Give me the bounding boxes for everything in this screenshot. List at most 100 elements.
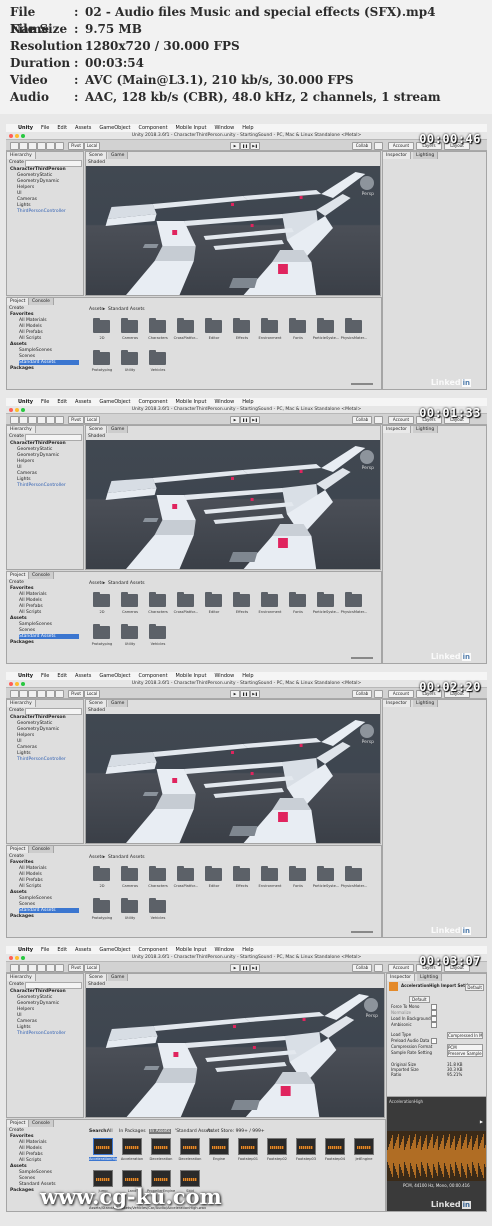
create-dropdown[interactable]: Create (9, 708, 24, 713)
hierarchy-item[interactable]: UI (17, 465, 22, 470)
menu-item-help[interactable]: Help (242, 398, 253, 406)
tab-inspector[interactable]: Inspector (383, 152, 411, 159)
shading-mode-dropdown[interactable]: Shaded (88, 160, 105, 165)
scene-viewport[interactable]: Persp (86, 714, 380, 843)
audio-clip-thumbnail[interactable] (354, 1138, 374, 1155)
menu-item-window[interactable]: Window (214, 672, 234, 680)
scale-tool-icon[interactable] (37, 142, 46, 150)
project-sidebar-item[interactable]: All Models (19, 324, 42, 329)
rect-tool-icon[interactable] (46, 416, 55, 424)
pause-button[interactable]: ❚❚ (240, 964, 250, 972)
folder-icon[interactable] (149, 866, 166, 881)
project-create-dropdown[interactable]: Create (9, 1128, 24, 1133)
hierarchy-search-input[interactable] (25, 160, 82, 167)
pivot-toggle[interactable]: Pivot (68, 416, 84, 424)
folder-icon[interactable] (261, 318, 278, 333)
menu-item-window[interactable]: Window (214, 398, 234, 406)
move-tool-icon[interactable] (19, 964, 28, 972)
thumbnail-size-slider[interactable] (351, 657, 373, 659)
menu-item-file[interactable]: File (41, 398, 49, 406)
pickup-cube-small[interactable] (173, 1052, 179, 1057)
pickup-cube-small[interactable] (172, 230, 178, 235)
menu-item-assets[interactable]: Assets (75, 946, 91, 954)
local-toggle[interactable]: Local (84, 142, 100, 150)
menu-item-assets[interactable]: Assets (75, 124, 91, 132)
move-tool-icon[interactable] (19, 142, 28, 150)
rect-tool-icon[interactable] (46, 690, 55, 698)
rotate-tool-icon[interactable] (28, 964, 37, 972)
project-sidebar-item[interactable]: All Scripts (19, 884, 41, 889)
hierarchy-item[interactable]: GeometryStatic (17, 447, 52, 452)
tab-scene[interactable]: Scene (86, 700, 107, 707)
project-sidebar-item[interactable]: Standard Assets (19, 360, 79, 365)
menu-item-mobile-input[interactable]: Mobile Input (176, 398, 207, 406)
tab-game[interactable]: Game (108, 700, 129, 707)
audio-clip-thumbnail[interactable] (267, 1138, 287, 1155)
tab-inspector[interactable]: Inspector (387, 974, 415, 981)
transform-tool-icon[interactable] (55, 690, 64, 698)
zoom-window-icon[interactable] (21, 134, 25, 138)
folder-icon[interactable] (177, 866, 194, 881)
folder-icon[interactable] (177, 318, 194, 333)
local-toggle[interactable]: Local (84, 416, 100, 424)
open-button[interactable]: Default (465, 984, 484, 991)
hierarchy-scene-root[interactable]: CharacterThirdPerson (10, 715, 66, 720)
audio-clip-thumbnail[interactable] (93, 1138, 113, 1155)
pickup-cube-small[interactable] (252, 1046, 256, 1049)
project-sidebar-item[interactable]: Assets (10, 342, 27, 347)
collab-button[interactable]: Collab (352, 964, 372, 972)
menu-item-edit[interactable]: Edit (57, 398, 67, 406)
step-button[interactable]: ▶❚ (250, 690, 260, 698)
platform-default-tab[interactable]: Default (409, 996, 430, 1003)
menu-item-edit[interactable]: Edit (57, 672, 67, 680)
hierarchy-item[interactable]: Cameras (17, 1019, 37, 1024)
folder-icon[interactable] (317, 318, 334, 333)
project-sidebar-item[interactable]: All Materials (19, 1140, 47, 1145)
tab-scene[interactable]: Scene (86, 426, 107, 433)
pickup-cube-large[interactable] (278, 264, 288, 274)
tab-project[interactable]: Project (7, 1120, 30, 1127)
scene-geometry[interactable] (86, 988, 384, 1118)
menu-item-gameobject[interactable]: GameObject (99, 946, 130, 954)
cloud-icon[interactable] (374, 690, 383, 698)
rotate-tool-icon[interactable] (28, 690, 37, 698)
pickup-cube-small[interactable] (250, 498, 254, 501)
scale-tool-icon[interactable] (37, 690, 46, 698)
transform-tool-icon[interactable] (55, 142, 64, 150)
hierarchy-scene-root[interactable]: CharacterThirdPerson (10, 441, 66, 446)
project-sidebar-item[interactable]: Scenes (19, 1176, 35, 1181)
hierarchy-item[interactable]: Lights (17, 477, 31, 482)
pause-button[interactable]: ❚❚ (240, 142, 250, 150)
project-sidebar-item[interactable]: All Materials (19, 592, 47, 597)
rect-tool-icon[interactable] (46, 964, 55, 972)
shading-mode-dropdown[interactable]: Shaded (88, 982, 105, 987)
tab-project[interactable]: Project (7, 846, 30, 853)
step-button[interactable]: ▶❚ (250, 964, 260, 972)
hierarchy-search-input[interactable] (25, 434, 82, 441)
folder-icon[interactable] (121, 350, 138, 365)
hierarchy-item[interactable]: UI (17, 191, 22, 196)
play-button[interactable]: ▶ (230, 142, 240, 150)
breadcrumb-standard-assets[interactable]: Standard Assets (108, 581, 145, 586)
folder-icon[interactable] (233, 866, 250, 881)
menu-item-file[interactable]: File (41, 672, 49, 680)
folder-icon[interactable] (233, 592, 250, 607)
project-sidebar-item[interactable]: All Scripts (19, 610, 41, 615)
create-dropdown[interactable]: Create (9, 160, 24, 165)
zoom-window-icon[interactable] (21, 408, 25, 412)
local-toggle[interactable]: Local (84, 964, 100, 972)
hand-tool-icon[interactable] (10, 690, 19, 698)
minimize-window-icon[interactable] (15, 956, 19, 960)
menu-item-mobile-input[interactable]: Mobile Input (176, 946, 207, 954)
tab-console[interactable]: Console (29, 1120, 54, 1127)
collab-button[interactable]: Collab (352, 690, 372, 698)
audio-clip-thumbnail[interactable] (238, 1138, 258, 1155)
hierarchy-item[interactable]: ThirdPersonController (17, 483, 66, 488)
folder-icon[interactable] (121, 866, 138, 881)
pickup-cube-large[interactable] (280, 1086, 291, 1096)
project-sidebar-item[interactable]: Scenes (19, 354, 35, 359)
audio-clip-thumbnail[interactable] (296, 1138, 316, 1155)
local-toggle[interactable]: Local (84, 690, 100, 698)
hierarchy-item[interactable]: Cameras (17, 197, 37, 202)
audio-clip-thumbnail[interactable] (122, 1138, 142, 1155)
